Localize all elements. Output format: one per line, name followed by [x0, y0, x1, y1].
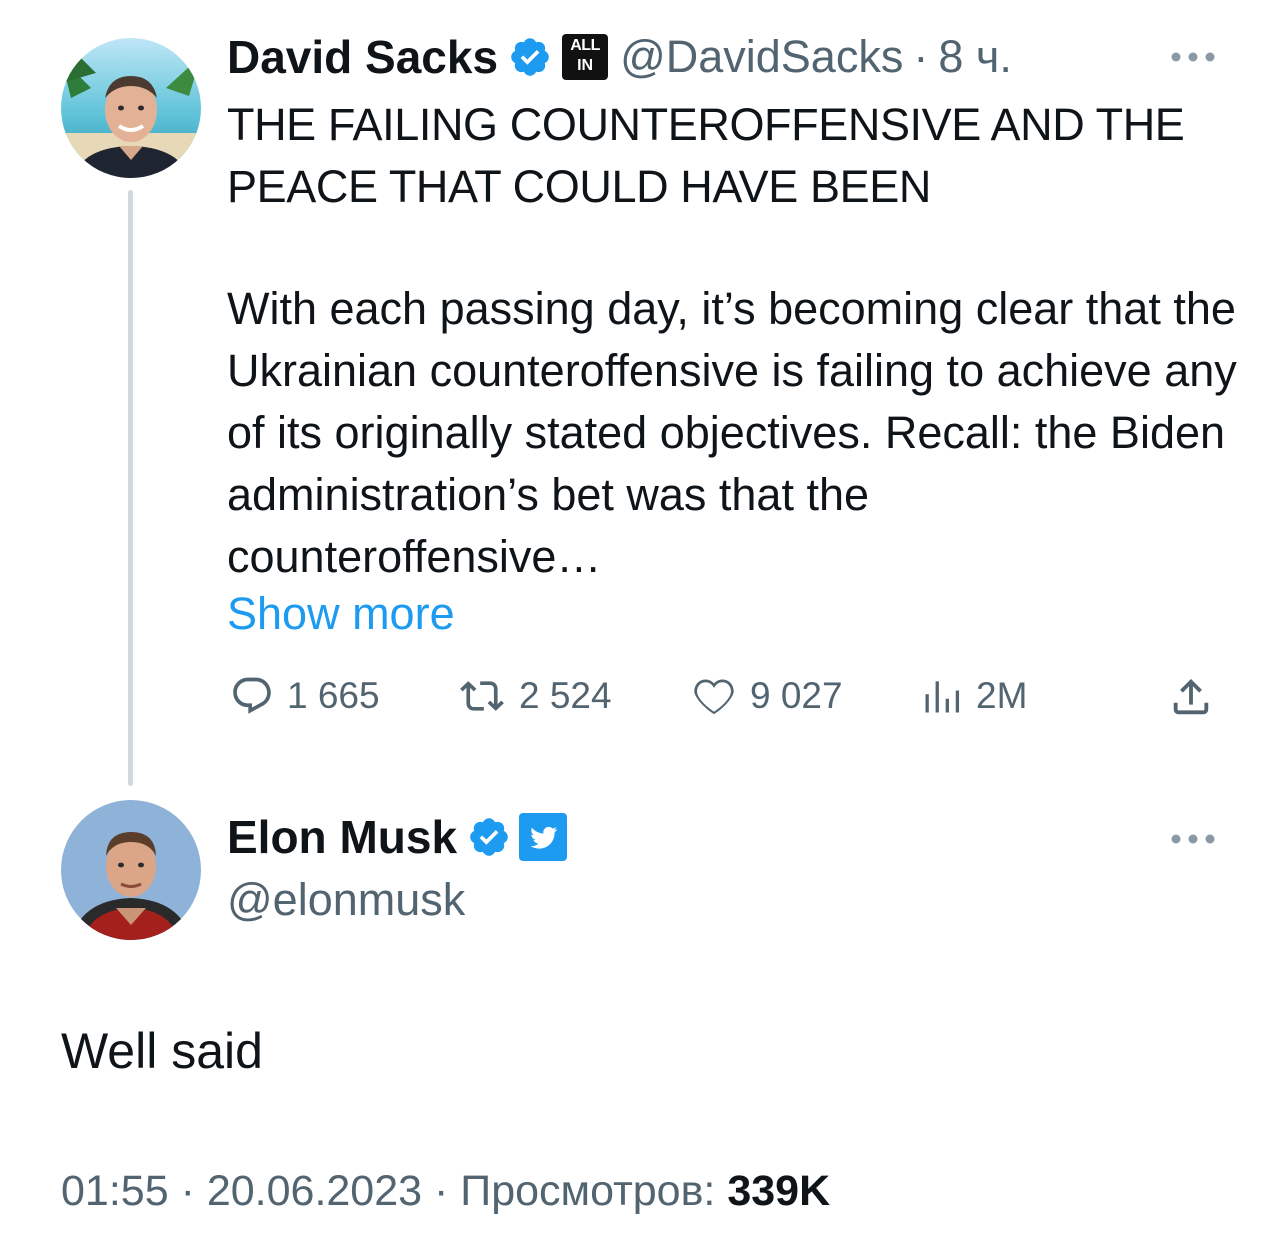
- avatar-david-sacks[interactable]: [61, 38, 201, 178]
- avatar-elon-musk[interactable]: [61, 800, 201, 940]
- meta-separator: ·: [180, 1167, 195, 1215]
- retweet-icon: [460, 681, 504, 711]
- retweet-action[interactable]: 2 524: [457, 674, 612, 718]
- twitter-bird-badge-icon: [519, 813, 568, 861]
- share-action[interactable]: [1168, 674, 1214, 720]
- avatar-image: [61, 38, 201, 178]
- tweet-time[interactable]: 01:55: [61, 1167, 169, 1215]
- reply-handle[interactable]: @elonmusk: [227, 874, 465, 926]
- tweet-body: With each passing day, it’s becoming cle…: [227, 283, 1237, 582]
- tweet-headline: THE FAILING COUNTEROFFENSIVE AND THE PEA…: [227, 99, 1185, 212]
- more-horizontal-icon: [1171, 52, 1215, 62]
- meta-separator: ·: [434, 1167, 449, 1215]
- tweet-date[interactable]: 20.06.2023: [207, 1167, 422, 1215]
- more-horizontal-icon: [1171, 834, 1215, 844]
- author-name[interactable]: David Sacks: [227, 30, 498, 84]
- tweet-time-ago[interactable]: 8 ч.: [938, 31, 1011, 83]
- heart-icon: [694, 679, 734, 715]
- like-count: 9 027: [750, 675, 843, 716]
- quoted-tweet-header: David Sacks ALL IN @DavidSacks · 8 ч.: [227, 30, 1012, 84]
- more-options-button[interactable]: [1170, 50, 1216, 69]
- share-upload-icon: [1173, 678, 1209, 715]
- verified-badge-icon: [508, 35, 552, 79]
- tweet-meta: 01:55 · 20.06.2023 · Просмотров: 339K: [61, 1167, 830, 1216]
- reply-action[interactable]: 1 665: [229, 674, 380, 718]
- reply-author-name[interactable]: Elon Musk: [227, 810, 457, 864]
- views-action[interactable]: 2M: [920, 674, 1027, 718]
- view-count: 2M: [976, 675, 1028, 716]
- reply-header: Elon Musk: [227, 810, 568, 864]
- thread-connector-line: [128, 190, 133, 786]
- views-label: Просмотров:: [460, 1167, 716, 1215]
- reply-bubble-icon: [233, 677, 271, 714]
- retweet-count: 2 524: [519, 675, 612, 716]
- analytics-bars-icon: [925, 681, 960, 713]
- all-in-badge-icon: ALL IN: [562, 34, 609, 80]
- avatar-image: [61, 800, 201, 940]
- reply-text: Well said: [61, 1023, 263, 1079]
- verified-badge-icon: [467, 815, 511, 859]
- reply-more-options-button[interactable]: [1170, 832, 1216, 851]
- like-action[interactable]: 9 027: [690, 674, 843, 718]
- show-more-link[interactable]: Show more: [227, 588, 455, 640]
- views-count: 339K: [727, 1167, 831, 1215]
- header-separator: ·: [913, 31, 929, 82]
- reply-count: 1 665: [287, 675, 380, 716]
- author-handle[interactable]: @DavidSacks: [620, 31, 903, 83]
